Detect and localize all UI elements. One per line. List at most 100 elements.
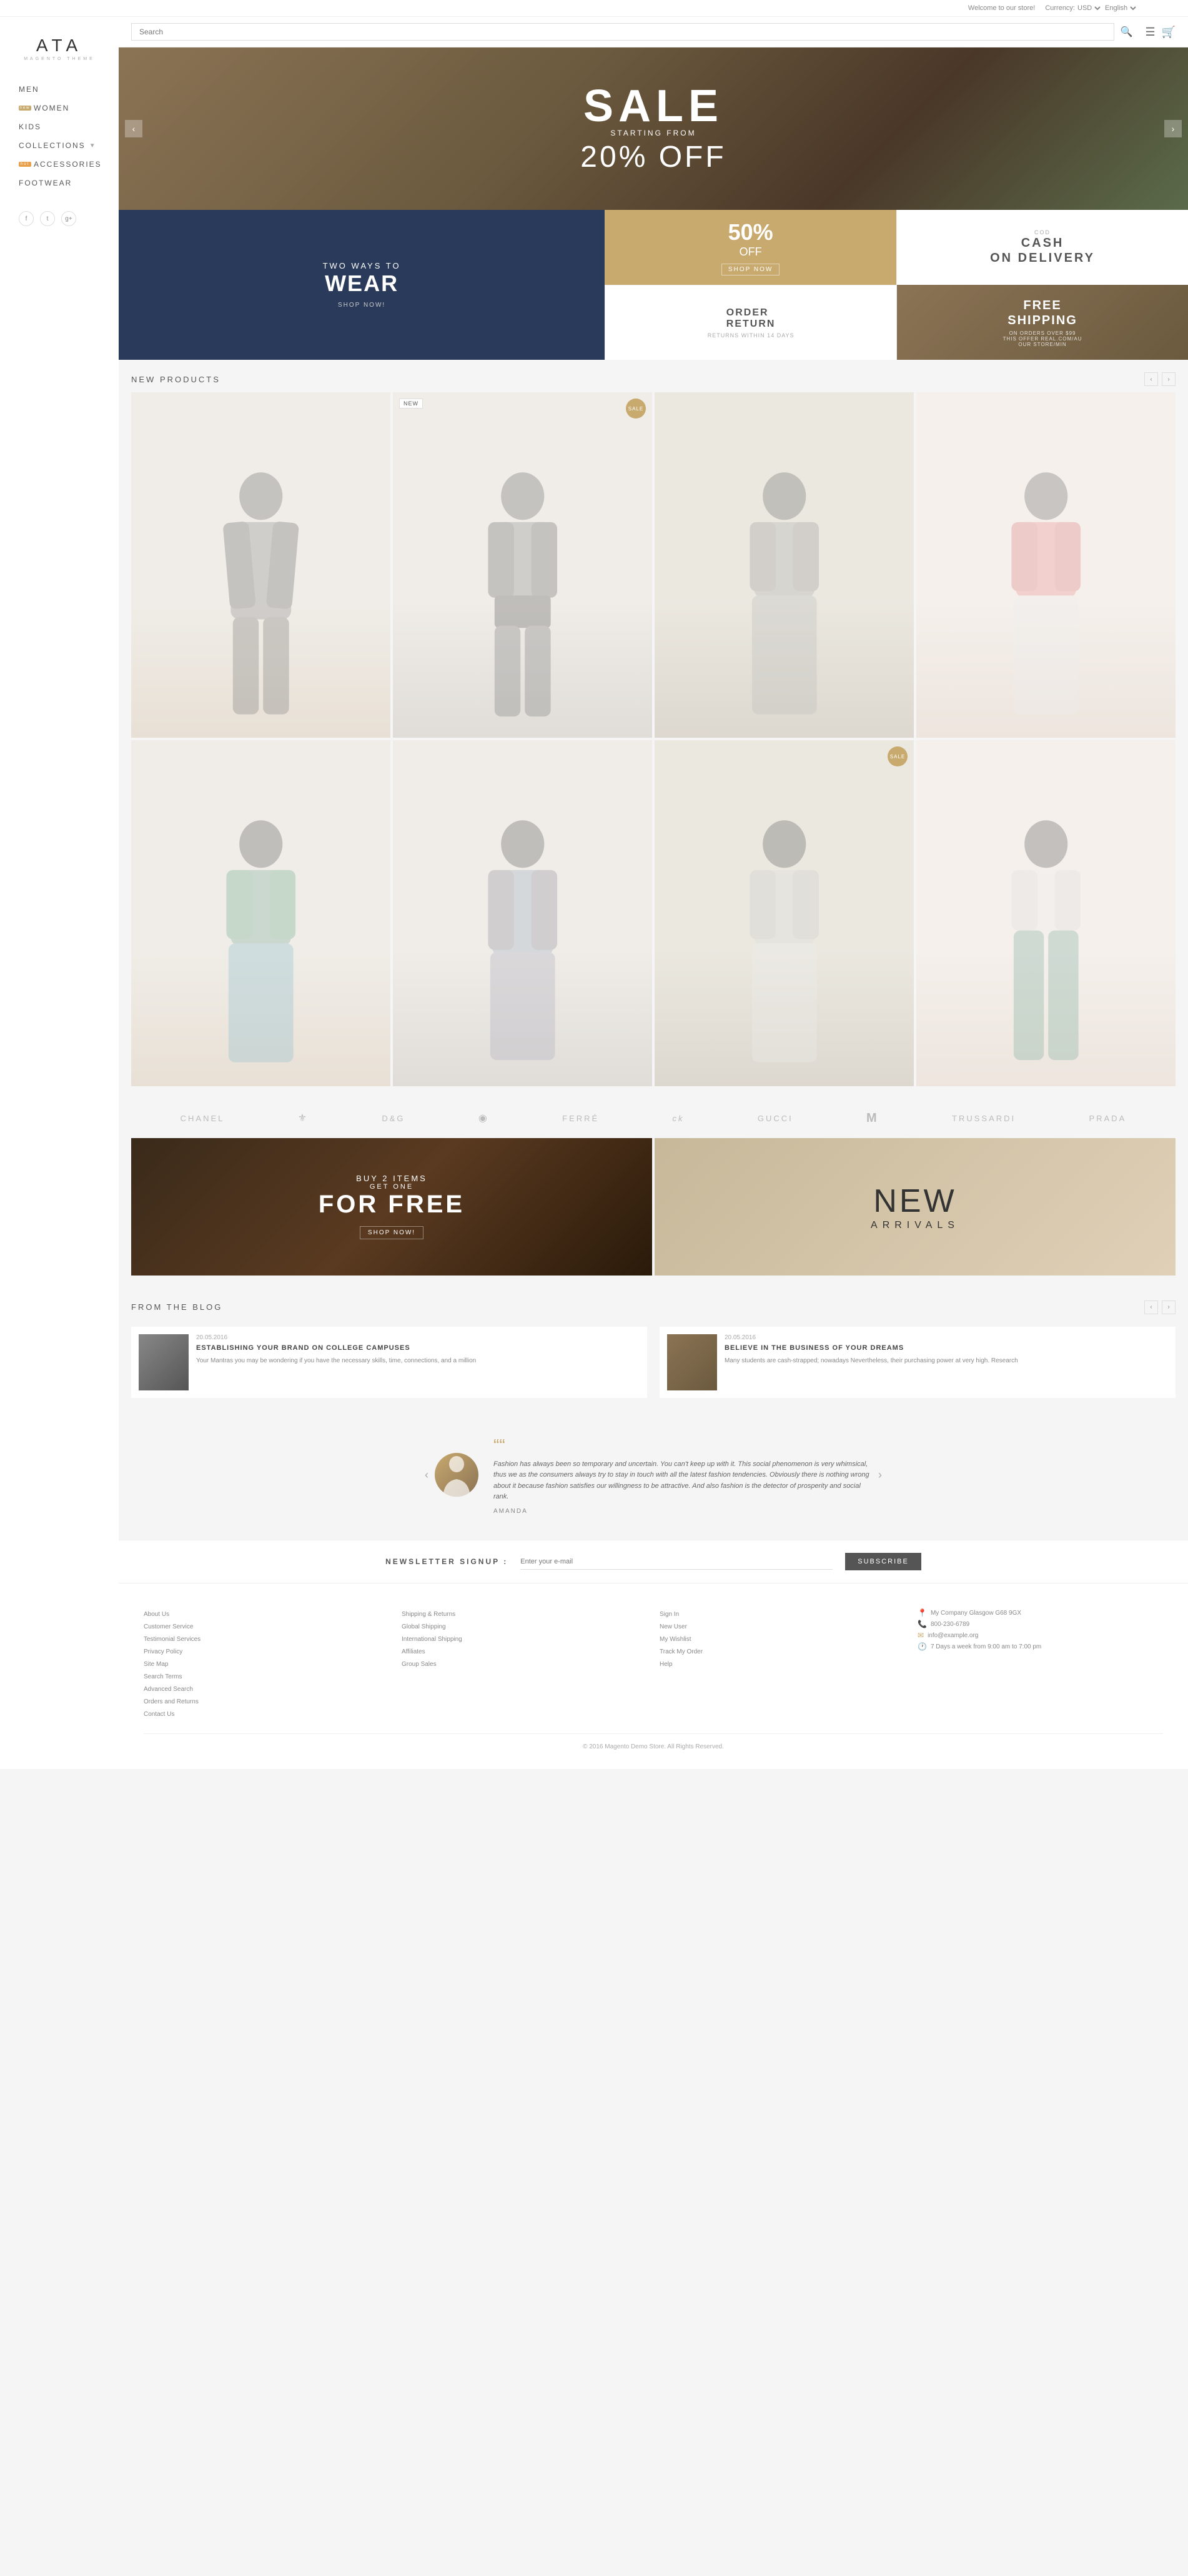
footer-link-group[interactable]: Group Sales bbox=[402, 1658, 647, 1671]
nav-item-kids[interactable]: KIDS bbox=[19, 117, 119, 136]
nav-item-accessories[interactable]: hot ACCESSORIES bbox=[19, 155, 119, 174]
product-image-3 bbox=[655, 392, 914, 738]
footer-link-signin[interactable]: Sign In bbox=[660, 1608, 905, 1621]
brand-chanel[interactable]: CHANEL bbox=[181, 1114, 225, 1123]
footer-link-search-terms[interactable]: Search Terms bbox=[144, 1671, 389, 1683]
testimonial-avatar bbox=[435, 1453, 478, 1497]
hero-next-button[interactable]: › bbox=[1164, 120, 1182, 137]
footer-link-help[interactable]: Help bbox=[660, 1658, 905, 1671]
search-input[interactable] bbox=[131, 23, 1114, 41]
brand-m[interactable]: M bbox=[866, 1111, 879, 1126]
hero-banner: ‹ SALE STARTING FROM 20% OFF › bbox=[119, 47, 1188, 210]
brand-armani[interactable]: ⚜ bbox=[298, 1112, 309, 1124]
search-button[interactable]: 🔍 bbox=[1114, 26, 1139, 38]
blog-prev-button[interactable]: ‹ bbox=[1144, 1300, 1158, 1314]
testimonial-content: ““ Fashion has always been so temporary … bbox=[435, 1435, 872, 1515]
language-selector[interactable]: English bbox=[1102, 4, 1138, 12]
blog-date-1: 20.05.2016 bbox=[196, 1334, 640, 1341]
googleplus-icon[interactable]: g+ bbox=[61, 211, 76, 226]
two-ways-wear: WEAR bbox=[323, 270, 401, 297]
footer-address: 📍 My Company Glasgow G68 9GX bbox=[918, 1608, 1163, 1617]
brand-4[interactable]: ◉ bbox=[478, 1112, 489, 1124]
blog-card-1[interactable]: 20.05.2016 ESTABLISHING YOUR BRAND ON CO… bbox=[131, 1327, 647, 1398]
currency-selector[interactable]: USD bbox=[1075, 4, 1102, 12]
product-card[interactable] bbox=[131, 740, 390, 1086]
top-bar: Welcome to our store! Currency: USD Engl… bbox=[0, 0, 1188, 17]
product-card[interactable] bbox=[131, 392, 390, 738]
promo-new-arrivals[interactable]: NEW ARRIVALS bbox=[655, 1138, 1176, 1276]
shipping-sub: ON ORDERS OVER $99THIS OFFER REAL.COM/AU… bbox=[1003, 330, 1082, 347]
product-image-5 bbox=[131, 740, 390, 1086]
product-image-6 bbox=[393, 740, 652, 1086]
product-card[interactable]: SALE bbox=[655, 740, 914, 1086]
brand-dg[interactable]: D&G bbox=[382, 1114, 405, 1123]
twitter-icon[interactable]: t bbox=[40, 211, 55, 226]
nav-item-men[interactable]: MEN bbox=[19, 80, 119, 99]
product-image-2 bbox=[393, 392, 652, 738]
product-card[interactable] bbox=[655, 392, 914, 738]
testimonial-next-button[interactable]: › bbox=[872, 1462, 888, 1488]
promo-buy2[interactable]: BUY 2 ITEMS GET ONE FOR FREE SHOP NOW! bbox=[131, 1138, 652, 1276]
facebook-icon[interactable]: f bbox=[19, 211, 34, 226]
clock-icon: 🕐 bbox=[918, 1642, 927, 1651]
nav-item-collections[interactable]: COLLECTIONS ▼ bbox=[19, 136, 119, 155]
newsletter-input[interactable] bbox=[520, 1554, 833, 1570]
two-ways-shop-link[interactable]: SHOP NOW! bbox=[323, 302, 401, 309]
hero-sale-text: SALE bbox=[580, 84, 726, 129]
product-card[interactable] bbox=[393, 740, 652, 1086]
nav-label-women: WOMEN bbox=[34, 104, 69, 112]
hero-percent-text: 20% OFF bbox=[580, 140, 726, 174]
products-prev-button[interactable]: ‹ bbox=[1144, 372, 1158, 386]
products-next-button[interactable]: › bbox=[1162, 372, 1176, 386]
menu-icon[interactable]: ☰ bbox=[1145, 26, 1155, 39]
cart-icon[interactable]: 🛒 bbox=[1162, 26, 1176, 39]
brand-gucci[interactable]: GUCCI bbox=[758, 1114, 793, 1123]
product-card[interactable]: NEW SALE bbox=[393, 392, 652, 738]
cod-badge: COD bbox=[1034, 229, 1051, 235]
off-shop-button[interactable]: SHOP NOW bbox=[721, 264, 780, 275]
shipping-main: FREE SHIPPING bbox=[1007, 298, 1077, 328]
footer-link-sitemap[interactable]: Site Map bbox=[144, 1658, 389, 1671]
footer-col-4: 📍 My Company Glasgow G68 9GX 📞 800-230-6… bbox=[918, 1602, 1163, 1721]
footer-link-customer[interactable]: Customer Service bbox=[144, 1621, 389, 1633]
promo-grid: TWO WAYS TO WEAR SHOP NOW! 50% OFF SHOP … bbox=[119, 210, 1188, 360]
product-card[interactable] bbox=[916, 392, 1176, 738]
blog-next-button[interactable]: › bbox=[1162, 1300, 1176, 1314]
footer-link-privacy[interactable]: Privacy Policy bbox=[144, 1646, 389, 1658]
newsletter-section: NEWSLETTER SIGNUP : SUBSCRIBE bbox=[119, 1540, 1188, 1583]
blog-content-1: 20.05.2016 ESTABLISHING YOUR BRAND ON CO… bbox=[196, 1334, 640, 1390]
footer-link-about[interactable]: About Us bbox=[144, 1608, 389, 1621]
nav-item-footwear[interactable]: FOOTWEAR bbox=[19, 174, 119, 192]
brand-ck[interactable]: ck bbox=[673, 1114, 685, 1123]
footer-link-international[interactable]: International Shipping bbox=[402, 1633, 647, 1646]
footer-link-shipping[interactable]: Shipping & Returns bbox=[402, 1608, 647, 1621]
hero-prev-button[interactable]: ‹ bbox=[125, 120, 142, 137]
promo-cod: COD CASH ON DELIVERY bbox=[896, 210, 1188, 285]
arrivals-new-text: NEW bbox=[873, 1182, 956, 1220]
blog-card-2[interactable]: 20.05.2016 BELIEVE IN THE BUSINESS OF YO… bbox=[660, 1327, 1176, 1398]
product-card[interactable] bbox=[916, 740, 1176, 1086]
nav-menu: MEN new WOMEN KIDS COLLECTIONS ▼ hot ACC… bbox=[19, 80, 119, 192]
testimonial-section: ‹ ““ Fashion has always been so temporar… bbox=[119, 1410, 1188, 1540]
promo-50-off[interactable]: 50% OFF SHOP NOW bbox=[605, 210, 896, 285]
promo-two-ways[interactable]: TWO WAYS TO WEAR SHOP NOW! bbox=[119, 210, 605, 360]
brand-ferre[interactable]: FERRÉ bbox=[562, 1114, 599, 1123]
nav-item-women[interactable]: new WOMEN bbox=[19, 99, 119, 117]
footer-link-affiliates[interactable]: Affiliates bbox=[402, 1646, 647, 1658]
footer-link-newuser[interactable]: New User bbox=[660, 1621, 905, 1633]
newsletter-subscribe-button[interactable]: SUBSCRIBE bbox=[845, 1553, 921, 1570]
testimonial-prev-button[interactable]: ‹ bbox=[418, 1462, 435, 1488]
buy2-shop-link[interactable]: SHOP NOW! bbox=[360, 1226, 423, 1239]
footer-link-wishlist[interactable]: My Wishlist bbox=[660, 1633, 905, 1646]
logo-text: ATA bbox=[19, 36, 100, 56]
footer-link-advanced-search[interactable]: Advanced Search bbox=[144, 1683, 389, 1696]
brand-prada[interactable]: PRADA bbox=[1089, 1114, 1126, 1123]
footer-link-testimonial[interactable]: Testimonial Services bbox=[144, 1633, 389, 1646]
brand-trussardi[interactable]: TRUSSARDI bbox=[952, 1114, 1016, 1123]
footer-link-global[interactable]: Global Shipping bbox=[402, 1621, 647, 1633]
footer-link-orders[interactable]: Orders and Returns bbox=[144, 1696, 389, 1708]
footer-link-contact[interactable]: Contact Us bbox=[144, 1708, 389, 1721]
footer-link-track[interactable]: Track My Order bbox=[660, 1646, 905, 1658]
brands-row: CHANEL ⚜ D&G ◉ FERRÉ ck GUCCI M TRUSSARD… bbox=[119, 1099, 1188, 1138]
nav-badge-women: new bbox=[19, 106, 31, 111]
